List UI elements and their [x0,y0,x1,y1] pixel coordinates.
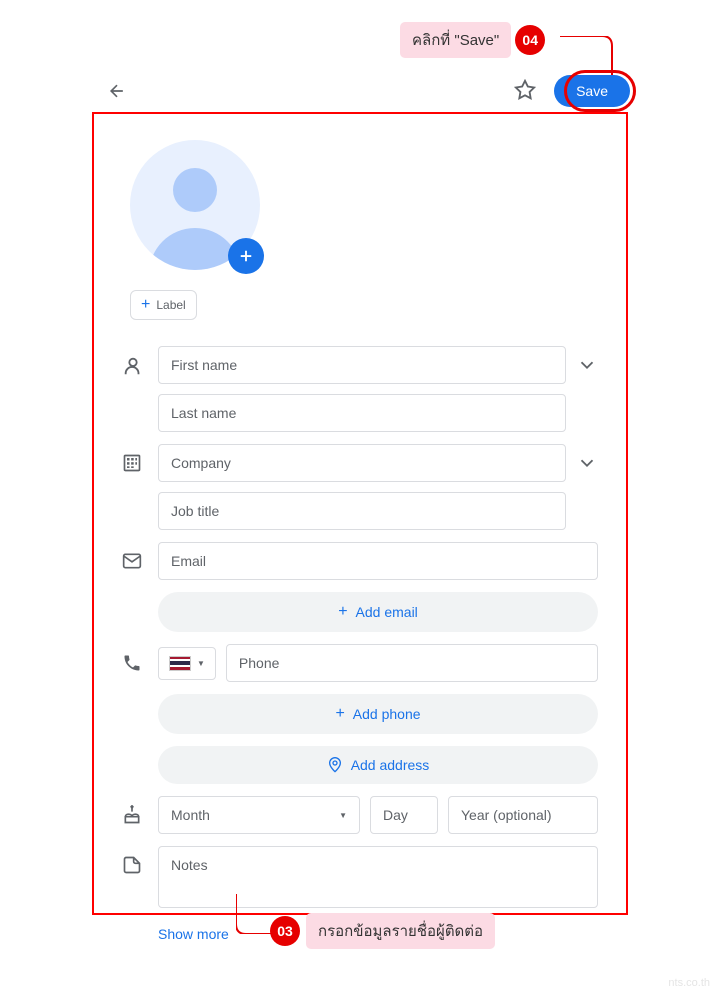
expand-name-button[interactable] [576,354,598,376]
callout-04-badge: 04 [515,25,545,55]
person-icon [122,355,144,377]
phone-icon [122,653,144,675]
callout-03-badge: 03 [270,916,300,946]
year-field[interactable] [448,796,598,834]
label-chip-text: Label [156,298,185,312]
thailand-flag-icon [169,656,191,671]
expand-company-button[interactable] [576,452,598,474]
add-email-row: + Add email [122,592,598,632]
add-address-button[interactable]: Add address [158,746,598,784]
email-row [122,542,598,580]
add-address-label: Add address [351,757,430,773]
show-more-link[interactable]: Show more [158,926,229,942]
cake-icon [122,805,144,827]
arrow-left-icon [107,81,127,101]
contact-form: + Label [92,112,628,915]
email-field[interactable] [158,542,598,580]
location-icon [327,757,343,773]
save-button[interactable]: Save [554,75,630,107]
company-row [122,444,598,530]
dropdown-icon: ▼ [197,659,205,668]
dropdown-icon: ▼ [339,811,347,820]
add-phone-button[interactable]: + Add phone [158,694,598,734]
job-title-field[interactable] [158,492,566,530]
add-phone-row: + Add phone [122,694,598,734]
chevron-down-icon [576,354,598,376]
note-icon [122,855,144,877]
first-name-field[interactable] [158,346,566,384]
plus-icon: + [141,296,150,314]
star-icon [514,79,536,101]
mail-icon [122,551,144,573]
building-icon [122,453,144,475]
add-phone-label: Add phone [353,706,421,722]
callout-04-text: คลิกที่ "Save" [400,22,511,58]
callout-03: 03 กรอกข้อมูลรายชื่อผู้ติดต่อ [270,913,495,949]
add-email-label: Add email [356,604,418,620]
chevron-down-icon [576,452,598,474]
country-code-select[interactable]: ▼ [158,647,216,680]
phone-field[interactable] [226,644,598,682]
back-button[interactable] [105,79,129,103]
name-row [122,346,598,432]
callout-04: คลิกที่ "Save" 04 [400,22,545,58]
topbar: Save [105,75,630,107]
add-label-chip[interactable]: + Label [130,290,197,320]
notes-row [122,846,598,908]
callout-03-text: กรอกข้อมูลรายชื่อผู้ติดต่อ [306,913,495,949]
last-name-field[interactable] [158,394,566,432]
avatar-container [130,140,260,270]
plus-icon: + [338,603,347,621]
fields-section: + Add email ▼ [122,346,598,908]
add-email-button[interactable]: + Add email [158,592,598,632]
watermark: nts.co.th [668,977,710,989]
plus-icon [237,247,255,265]
plus-icon: + [335,705,344,723]
month-label: Month [171,807,210,823]
month-select[interactable]: Month ▼ [158,796,360,834]
add-address-row: Add address [122,746,598,784]
notes-field[interactable] [158,846,598,908]
day-field[interactable] [370,796,438,834]
company-field[interactable] [158,444,566,482]
star-button[interactable] [514,79,538,103]
phone-row: ▼ [122,644,598,682]
add-photo-button[interactable] [228,238,264,274]
birthday-row: Month ▼ [122,796,598,834]
topbar-right: Save [514,75,630,107]
